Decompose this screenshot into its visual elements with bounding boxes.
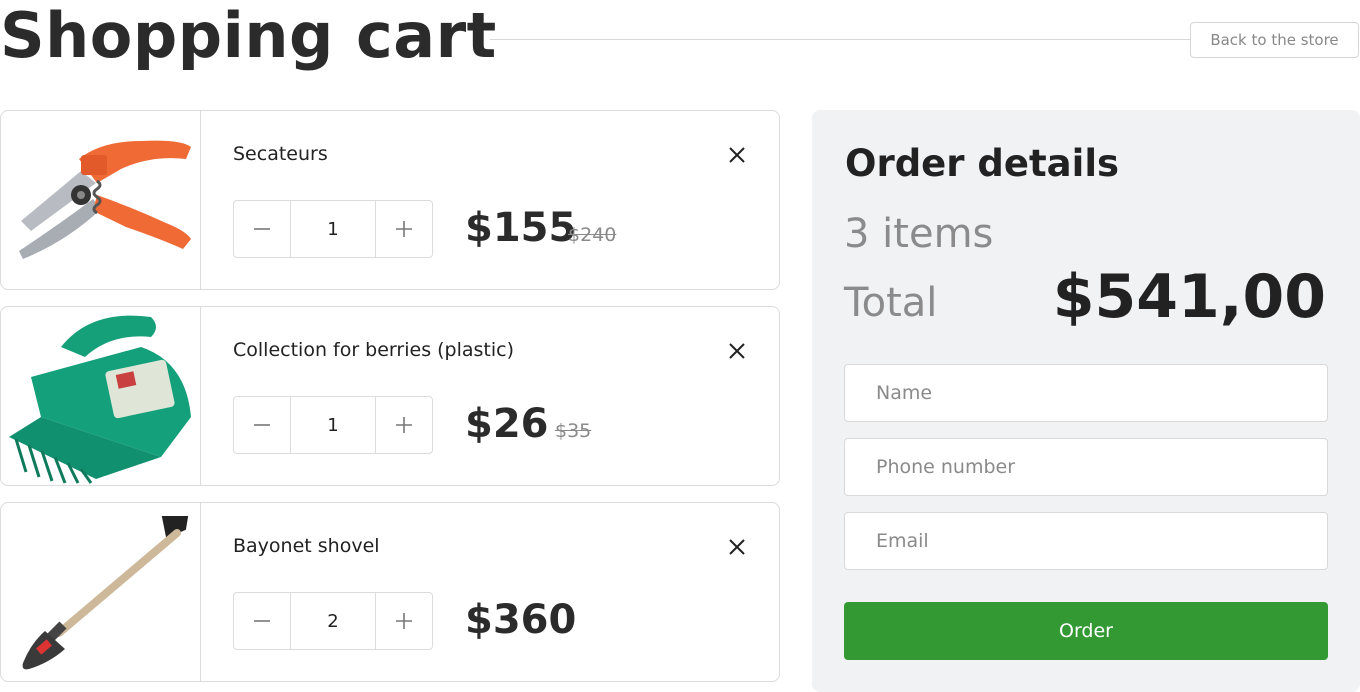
item-name: Bayonet shovel: [233, 535, 380, 557]
quantity-stepper: 1: [233, 396, 433, 454]
items-count: 3 items: [844, 211, 994, 257]
item-name: Collection for berries (plastic): [233, 339, 515, 361]
cart-item-secateurs: Secateurs 1 $155 $240: [0, 110, 780, 290]
product-image[interactable]: [1, 307, 201, 485]
decrease-quantity-button[interactable]: [234, 397, 291, 453]
item-name: Secateurs: [233, 143, 328, 165]
increase-quantity-button[interactable]: [375, 593, 432, 649]
name-field[interactable]: [844, 364, 1328, 422]
item-price: $155: [465, 205, 577, 251]
quantity-value[interactable]: 1: [291, 397, 375, 453]
minus-icon: [254, 620, 270, 622]
plus-icon: [396, 613, 412, 629]
decrease-quantity-button[interactable]: [234, 201, 291, 257]
total-value: $541,00: [1052, 262, 1326, 332]
minus-icon: [254, 424, 270, 426]
item-price: $26: [465, 401, 549, 447]
order-button[interactable]: Order: [844, 602, 1328, 660]
berry-picker-icon: [9, 315, 191, 484]
email-field[interactable]: [844, 512, 1328, 570]
remove-item-button[interactable]: [723, 141, 751, 169]
close-icon: [729, 147, 745, 163]
title-divider: [490, 39, 1192, 40]
remove-item-button[interactable]: [723, 337, 751, 365]
cart-item-berry-collector: Collection for berries (plastic) 1 $26 $…: [0, 306, 780, 486]
total-label: Total: [844, 280, 938, 326]
minus-icon: [254, 228, 270, 230]
quantity-value[interactable]: 1: [291, 201, 375, 257]
phone-field[interactable]: [844, 438, 1328, 496]
plus-icon: [396, 417, 412, 433]
quantity-value[interactable]: 2: [291, 593, 375, 649]
secateurs-icon: [19, 140, 191, 259]
shovel-icon: [22, 516, 189, 670]
item-old-price: $35: [555, 420, 592, 442]
item-price: $360: [465, 597, 577, 643]
item-old-price: $240: [568, 224, 617, 246]
page-title: Shopping cart: [0, 0, 497, 72]
increase-quantity-button[interactable]: [375, 201, 432, 257]
decrease-quantity-button[interactable]: [234, 593, 291, 649]
order-details-panel: Order details 3 items Total $541,00 Orde…: [812, 110, 1360, 692]
back-to-store-button[interactable]: Back to the store: [1190, 22, 1359, 58]
order-details-title: Order details: [845, 142, 1120, 185]
cart-item-shovel: Bayonet shovel 2 $360: [0, 502, 780, 682]
product-image[interactable]: [1, 111, 201, 289]
quantity-stepper: 1: [233, 200, 433, 258]
close-icon: [729, 343, 745, 359]
product-image[interactable]: [1, 503, 201, 681]
increase-quantity-button[interactable]: [375, 397, 432, 453]
quantity-stepper: 2: [233, 592, 433, 650]
remove-item-button[interactable]: [723, 533, 751, 561]
plus-icon: [396, 221, 412, 237]
close-icon: [729, 539, 745, 555]
